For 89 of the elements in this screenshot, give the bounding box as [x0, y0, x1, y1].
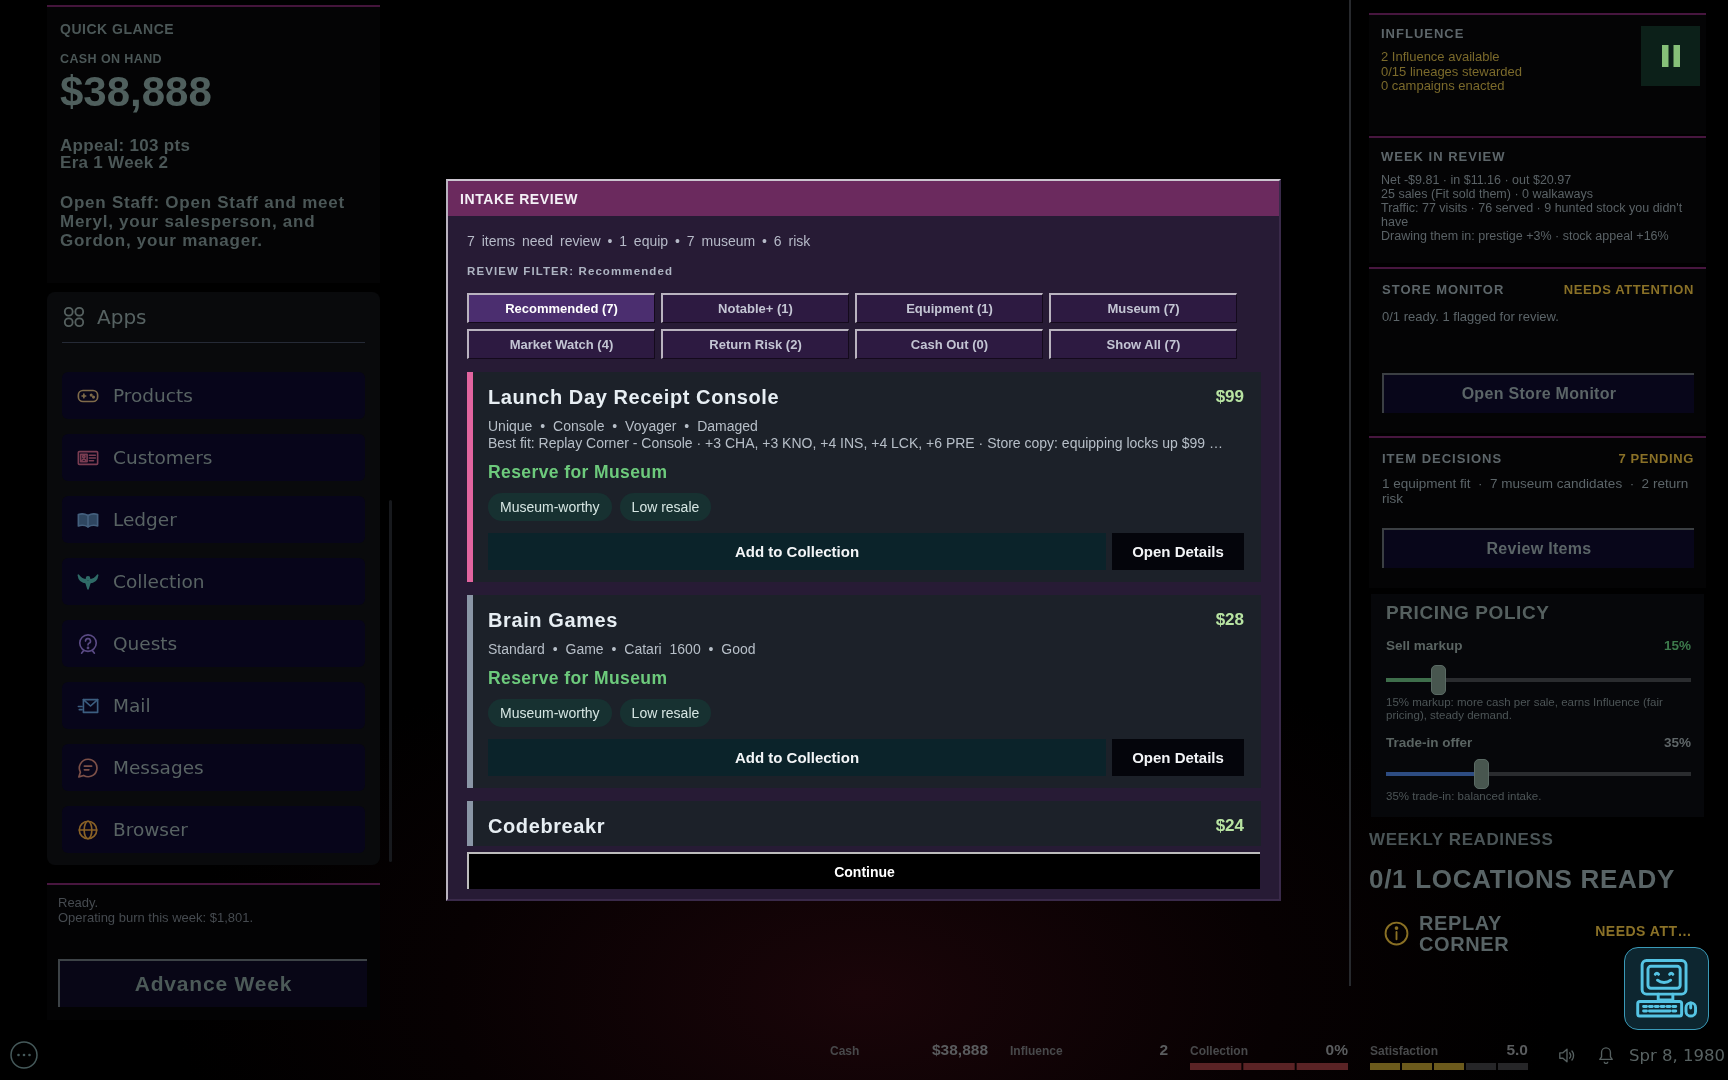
add-to-collection-button[interactable]: Add to Collection	[488, 533, 1106, 570]
panel-title: STORE MONITOR	[1382, 282, 1505, 297]
review-text: Net -$9.81 · in $11.16 · out $20.97	[1381, 172, 1573, 187]
stat-label: Influence	[1010, 1044, 1063, 1058]
section-title: WEEKLY READINESS	[1369, 829, 1555, 850]
item-meta: Standard • Game • Catari 1600 • Good	[488, 641, 757, 658]
recommendation-text: Reserve for Museum	[488, 668, 669, 688]
open-details-button[interactable]: Open Details	[1112, 533, 1244, 570]
best-fit-text: Best fit: Replay Corner - Console · +3 CHA, +3 KNO, +4 INS, +4 LCK, +6 PRE · Store copy: equipping locks up $99 …	[488, 435, 1224, 452]
panel-title: QUICK GLANCE	[60, 21, 176, 37]
open-details-button[interactable]: Open Details	[1112, 739, 1244, 776]
slider-thumb[interactable]	[1473, 758, 1489, 789]
stat-value: 5.0	[1506, 1041, 1528, 1059]
objective-text: Open Staff: Open Staff and meet Meryl, your salesperson, and Gordon, your manager.	[60, 193, 346, 250]
recommendation-text: Reserve for Museum	[488, 462, 669, 482]
location-name: REPLAY CORNER	[1419, 912, 1510, 955]
cash-amount: $38,888	[60, 69, 213, 115]
tag: Museum-worthy	[488, 493, 612, 521]
slider-label: Trade-in offer	[1386, 734, 1473, 751]
review-text: Traffic: 77 visits · 76 served · 9 hunted stock you didn't have	[1381, 200, 1684, 229]
item-title: Launch Day Receipt Console	[488, 385, 780, 409]
modal-title: INTAKE REVIEW	[460, 190, 578, 207]
panel-title: PRICING POLICY	[1386, 601, 1551, 624]
date-text: Spr 8, 1980	[1629, 1045, 1725, 1065]
status-text: Operating burn this week: $1,801.	[58, 910, 255, 925]
filter-tab[interactable]: Equipment (1)	[855, 293, 1043, 323]
readiness-headline: 0/1 LOCATIONS READY	[1369, 864, 1677, 893]
stat-value: $38,888	[931, 1041, 988, 1059]
pause-button[interactable]	[1641, 26, 1700, 86]
tag: Low resale	[619, 493, 712, 521]
filter-tab[interactable]: Notable+ (1)	[661, 293, 849, 323]
summary-text: 7 items need review • 1 equip • 7 museum • 6 risk	[467, 233, 812, 249]
slider-thumb[interactable]	[1430, 664, 1446, 695]
stat-value: 0%	[1325, 1041, 1348, 1059]
panel-title: WEEK IN REVIEW	[1381, 149, 1507, 164]
question-icon	[77, 632, 99, 655]
filter-tab[interactable]: Cash Out (0)	[855, 329, 1043, 359]
slider-caption: 35% trade-in: balanced intake.	[1386, 789, 1543, 803]
panel-title: INFLUENCE	[1381, 27, 1466, 41]
grid-icon	[63, 306, 85, 328]
globe-icon	[77, 818, 99, 841]
filter-label: REVIEW FILTER: Recommended	[467, 265, 674, 278]
slider-reading: 35%	[1663, 734, 1691, 751]
review-text: Drawing them in: prestige +3% · stock appeal +16%	[1381, 228, 1670, 243]
cash-label: CASH ON HAND	[60, 52, 164, 66]
status-label: 7 PENDING	[1618, 451, 1694, 466]
panel-title: ITEM DECISIONS	[1382, 451, 1503, 466]
filter-tab[interactable]: Museum (7)	[1049, 293, 1237, 323]
stat-label: Satisfaction	[1370, 1044, 1438, 1058]
filter-tab[interactable]: Show All (7)	[1049, 329, 1237, 359]
filter-tab[interactable]: Return Risk (2)	[661, 329, 849, 359]
continue-button[interactable]: Continue	[467, 852, 1260, 889]
item-title: Brain Games	[488, 608, 618, 632]
info-icon	[1384, 921, 1409, 946]
computer-robot-icon	[1635, 958, 1698, 1019]
item-price: $28	[1215, 610, 1244, 630]
decisions-text: 1 equipment fit · 7 museum candidates · 2 return risk	[1382, 475, 1690, 506]
assistant-button[interactable]	[1624, 947, 1709, 1030]
stat-label: Cash	[830, 1044, 860, 1058]
influence-text: 0/15 lineages stewarded	[1381, 64, 1522, 79]
stat-value: 2	[1159, 1041, 1168, 1059]
status-label: NEEDS ATT…	[1595, 922, 1692, 939]
stat-line: Era 1 Week 2	[60, 154, 169, 171]
slider-label: Sell markup	[1386, 637, 1463, 654]
volume-icon[interactable]	[1558, 1046, 1576, 1064]
filter-tab[interactable]: Market Watch (4)	[467, 329, 655, 359]
filter-tab[interactable]: Recommended (7)	[467, 293, 655, 323]
item-title: Codebreakr	[488, 814, 606, 838]
tag: Museum-worthy	[488, 699, 612, 727]
stat-line: Appeal: 103 pts	[60, 137, 192, 154]
stat-label: Collection	[1190, 1044, 1248, 1058]
add-to-collection-button[interactable]: Add to Collection	[488, 739, 1106, 776]
review-text: 25 sales (Fit sold them) · 0 walkaways	[1381, 186, 1594, 201]
influence-text: 2 Influence available	[1381, 50, 1501, 65]
item-meta: Unique • Console • Voyager • Damaged	[488, 418, 759, 435]
chat-bubble-icon	[77, 756, 99, 779]
influence-text: 0 campaigns enacted	[1381, 79, 1506, 94]
slider-reading: 15%	[1663, 637, 1691, 654]
tag: Low resale	[619, 699, 712, 727]
pause-icon	[1660, 45, 1681, 67]
status-label: NEEDS ATTENTION	[1563, 282, 1694, 297]
item-price: $24	[1215, 816, 1244, 836]
more-icon[interactable]	[10, 1041, 38, 1069]
status-text: Ready.	[58, 895, 100, 910]
item-price: $99	[1215, 387, 1244, 407]
slider-caption: 15% markup: more cash per sale, earns Influence (fair pricing), steady demand.	[1386, 695, 1664, 722]
monitor-text: 0/1 ready. 1 flagged for review.	[1382, 308, 1560, 324]
bell-icon[interactable]	[1598, 1046, 1614, 1064]
apps-title: Apps	[97, 305, 147, 329]
